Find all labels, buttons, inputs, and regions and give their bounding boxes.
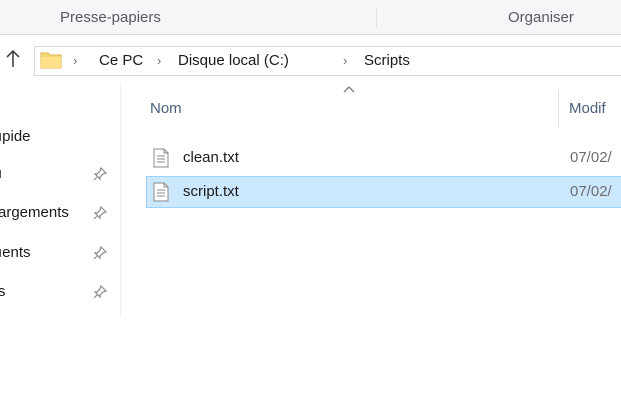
breadcrumb-chevron-icon[interactable]: ›	[73, 53, 77, 68]
ribbon-group-bar: Presse-papiers Organiser	[0, 0, 621, 35]
file-name: script.txt	[183, 183, 239, 200]
breadcrumb-local-disk[interactable]: Disque local (C:)	[178, 52, 289, 69]
breadcrumb-this-pc[interactable]: Ce PC	[99, 52, 143, 69]
nav-item-label: argements	[0, 204, 69, 221]
file-row-script[interactable]: script.txt 07/02/	[146, 176, 621, 208]
sort-ascending-icon	[343, 86, 355, 93]
nav-item-quick-access[interactable]: ıpide	[0, 123, 118, 151]
address-bar[interactable]: › Ce PC › Disque local (C:) › Scripts	[34, 46, 621, 76]
nav-item-label: ıpide	[0, 128, 31, 145]
file-row-clean[interactable]: clean.txt 07/02/	[146, 142, 621, 174]
text-file-icon	[153, 182, 169, 202]
text-file-icon	[153, 148, 169, 168]
column-divider[interactable]	[558, 90, 559, 128]
address-row: › Ce PC › Disque local (C:) › Scripts	[0, 42, 621, 78]
column-header-row: Nom Modif	[146, 84, 621, 128]
nav-item-label: s	[0, 283, 6, 300]
ribbon-group-organize: Organiser	[508, 9, 574, 26]
file-date: 07/02/	[570, 149, 612, 166]
breadcrumb-chevron-icon[interactable]: ›	[157, 53, 161, 68]
file-name: clean.txt	[183, 149, 239, 166]
nav-item-pinned[interactable]: ı	[0, 160, 118, 188]
nav-item-documents[interactable]: ıents	[0, 239, 118, 267]
pin-icon	[93, 205, 108, 220]
column-header-modified[interactable]: Modif	[569, 100, 606, 117]
pin-icon	[93, 166, 108, 181]
breadcrumb-chevron-icon[interactable]: ›	[343, 53, 347, 68]
pin-icon	[93, 284, 108, 299]
ribbon-group-clipboard: Presse-papiers	[60, 9, 161, 26]
column-header-name[interactable]: Nom	[150, 100, 182, 117]
nav-item-downloads[interactable]: argements	[0, 199, 118, 227]
folder-icon	[40, 52, 62, 69]
nav-item-images[interactable]: s	[0, 278, 118, 306]
ribbon-separator	[376, 8, 377, 28]
nav-item-label: ıents	[0, 244, 31, 261]
nav-item-label: ı	[0, 165, 3, 182]
file-date: 07/02/	[570, 183, 612, 200]
pin-icon	[93, 245, 108, 260]
breadcrumb-scripts[interactable]: Scripts	[364, 52, 410, 69]
up-arrow-icon[interactable]	[5, 48, 21, 70]
navigation-pane: ıpide ı argements ıents s	[0, 82, 121, 317]
